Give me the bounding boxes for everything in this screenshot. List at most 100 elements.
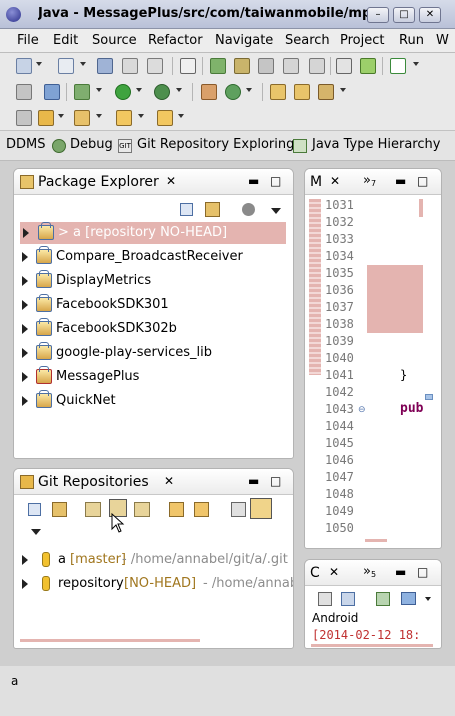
expand-arrow-icon[interactable] bbox=[22, 372, 28, 382]
menu-search[interactable]: Search bbox=[285, 33, 330, 48]
chevron-down-icon[interactable] bbox=[138, 114, 144, 118]
filter-icon[interactable] bbox=[242, 203, 255, 216]
menu-project[interactable]: Project bbox=[340, 33, 384, 48]
add-repository-icon[interactable] bbox=[85, 502, 101, 517]
open-type-icon[interactable] bbox=[270, 84, 286, 100]
overflow-tabs-icon[interactable]: » bbox=[363, 564, 371, 579]
download-icon[interactable] bbox=[336, 58, 352, 74]
debug-bug-icon[interactable] bbox=[74, 84, 90, 100]
chevron-down-icon[interactable] bbox=[176, 88, 182, 92]
expand-arrow-icon[interactable] bbox=[22, 300, 28, 310]
save-icon[interactable] bbox=[58, 58, 74, 74]
close-icon[interactable]: ✕ bbox=[329, 565, 339, 579]
minimize-view-icon[interactable]: ▬ bbox=[248, 174, 259, 188]
toggle-branch-layout-icon[interactable] bbox=[250, 498, 272, 519]
link-with-selection-icon[interactable] bbox=[52, 502, 67, 517]
tree-item[interactable]: DisplayMetrics bbox=[14, 270, 293, 292]
annotation-icon[interactable] bbox=[38, 110, 54, 126]
skip-breakpoints-icon[interactable] bbox=[44, 84, 60, 100]
display-console-icon[interactable] bbox=[401, 592, 416, 605]
minimize-view-icon[interactable]: ▬ bbox=[248, 474, 259, 488]
pin-console-icon[interactable] bbox=[376, 592, 390, 606]
chevron-down-icon[interactable] bbox=[36, 62, 42, 66]
editor-tab[interactable]: M ✕ » 7 ▬ □ bbox=[305, 169, 441, 195]
new-java-class-icon[interactable] bbox=[225, 84, 241, 100]
maximize-button[interactable]: □ bbox=[393, 7, 415, 23]
package-explorer-tab[interactable]: Package Explorer ✕ ▬ □ bbox=[14, 169, 293, 195]
maximize-view-icon[interactable]: □ bbox=[270, 474, 281, 488]
chevron-down-icon[interactable] bbox=[413, 62, 419, 66]
expand-arrow-icon[interactable] bbox=[22, 555, 28, 565]
task-check-icon[interactable] bbox=[390, 58, 406, 74]
repository-item[interactable]: a [master] - /home/annabel/git/a/.git bbox=[14, 549, 293, 571]
console-tab[interactable]: C ✕ » 5 ▬ □ bbox=[305, 560, 441, 586]
tree-item[interactable]: > a [repository NO-HEAD] bbox=[20, 222, 286, 244]
new-icon[interactable] bbox=[16, 58, 32, 74]
menu-window[interactable]: W bbox=[436, 33, 449, 48]
menu-refactor[interactable]: Refactor bbox=[148, 33, 203, 48]
pencil-icon[interactable] bbox=[234, 58, 250, 74]
refresh-icon[interactable] bbox=[169, 502, 184, 517]
chevron-down-icon[interactable] bbox=[246, 88, 252, 92]
tree-item[interactable]: Compare_BroadcastReceiver bbox=[14, 246, 293, 268]
menu-run[interactable]: Run bbox=[399, 33, 424, 48]
expand-arrow-icon[interactable] bbox=[22, 579, 28, 589]
save-all-icon[interactable] bbox=[97, 58, 113, 74]
overflow-tabs-icon[interactable]: » bbox=[363, 173, 371, 188]
collapse-all-icon[interactable] bbox=[28, 503, 41, 516]
chevron-down-icon[interactable] bbox=[425, 597, 431, 601]
expand-arrow-icon[interactable] bbox=[23, 228, 29, 238]
close-icon[interactable]: ✕ bbox=[330, 174, 340, 188]
menu-file[interactable]: File bbox=[17, 33, 39, 48]
horizontal-scrollbar[interactable] bbox=[365, 539, 387, 542]
tree-item[interactable]: QuickNet bbox=[14, 390, 293, 412]
search-tool-icon[interactable] bbox=[318, 84, 334, 100]
print-icon[interactable] bbox=[122, 58, 138, 74]
close-icon[interactable]: ✕ bbox=[166, 174, 176, 188]
close-icon[interactable]: ✕ bbox=[164, 474, 174, 488]
expand-arrow-icon[interactable] bbox=[22, 396, 28, 406]
chevron-down-icon[interactable] bbox=[178, 114, 184, 118]
perspective-java-type-hierarchy[interactable]: Java Type Hierarchy bbox=[312, 137, 440, 152]
android-device-icon[interactable] bbox=[360, 58, 376, 74]
binary-icon[interactable] bbox=[180, 58, 196, 74]
collapse-all-icon[interactable] bbox=[180, 203, 193, 216]
perspective-debug[interactable]: Debug bbox=[70, 137, 113, 152]
clear-console-icon[interactable] bbox=[318, 592, 332, 606]
chevron-down-icon[interactable] bbox=[136, 88, 142, 92]
scroll-lock-icon[interactable] bbox=[341, 592, 355, 606]
run-external-icon[interactable] bbox=[154, 84, 170, 100]
menu-source[interactable]: Source bbox=[92, 33, 137, 48]
menu-edit[interactable]: Edit bbox=[53, 33, 78, 48]
next-annotation-icon[interactable] bbox=[74, 110, 90, 126]
tree-item[interactable]: google-play-services_lib bbox=[14, 342, 293, 364]
expand-arrow-icon[interactable] bbox=[22, 324, 28, 334]
console-icon[interactable] bbox=[147, 58, 163, 74]
chevron-down-icon[interactable] bbox=[340, 88, 346, 92]
repository-item[interactable]: repository [NO-HEAD] - /home/annabe bbox=[14, 573, 293, 595]
link-with-editor-icon[interactable] bbox=[205, 202, 220, 217]
chevron-down-icon[interactable] bbox=[58, 114, 64, 118]
forward-arrow-icon[interactable] bbox=[157, 110, 173, 126]
git-repositories-tab[interactable]: Git Repositories ✕ ▬ □ bbox=[14, 469, 293, 495]
fold-collapse-icon[interactable]: ⊖ bbox=[358, 405, 366, 415]
menu-navigate[interactable]: Navigate bbox=[215, 33, 273, 48]
tree-item[interactable]: FacebookSDK302b bbox=[14, 318, 293, 340]
chevron-down-icon[interactable] bbox=[96, 114, 102, 118]
create-repository-icon[interactable] bbox=[134, 502, 150, 517]
marker-icon[interactable] bbox=[258, 58, 274, 74]
open-folder-icon[interactable] bbox=[294, 84, 310, 100]
close-button[interactable]: ✕ bbox=[419, 7, 441, 23]
chevron-down-icon[interactable] bbox=[96, 88, 102, 92]
expand-arrow-icon[interactable] bbox=[22, 348, 28, 358]
perspective-git-repository-exploring[interactable]: Git Repository Exploring bbox=[137, 137, 294, 152]
perspective-ddms[interactable]: DDMS bbox=[6, 137, 46, 152]
paragraph-icon[interactable] bbox=[309, 58, 325, 74]
view-menu-icon[interactable] bbox=[31, 529, 41, 535]
new-java-package-icon[interactable] bbox=[201, 84, 217, 100]
minimize-button[interactable]: – bbox=[367, 7, 389, 23]
horizontal-scrollbar[interactable] bbox=[311, 644, 433, 647]
horizontal-scrollbar[interactable] bbox=[20, 639, 200, 642]
back-arrow-icon[interactable] bbox=[116, 110, 132, 126]
maximize-view-icon[interactable]: □ bbox=[417, 174, 428, 188]
